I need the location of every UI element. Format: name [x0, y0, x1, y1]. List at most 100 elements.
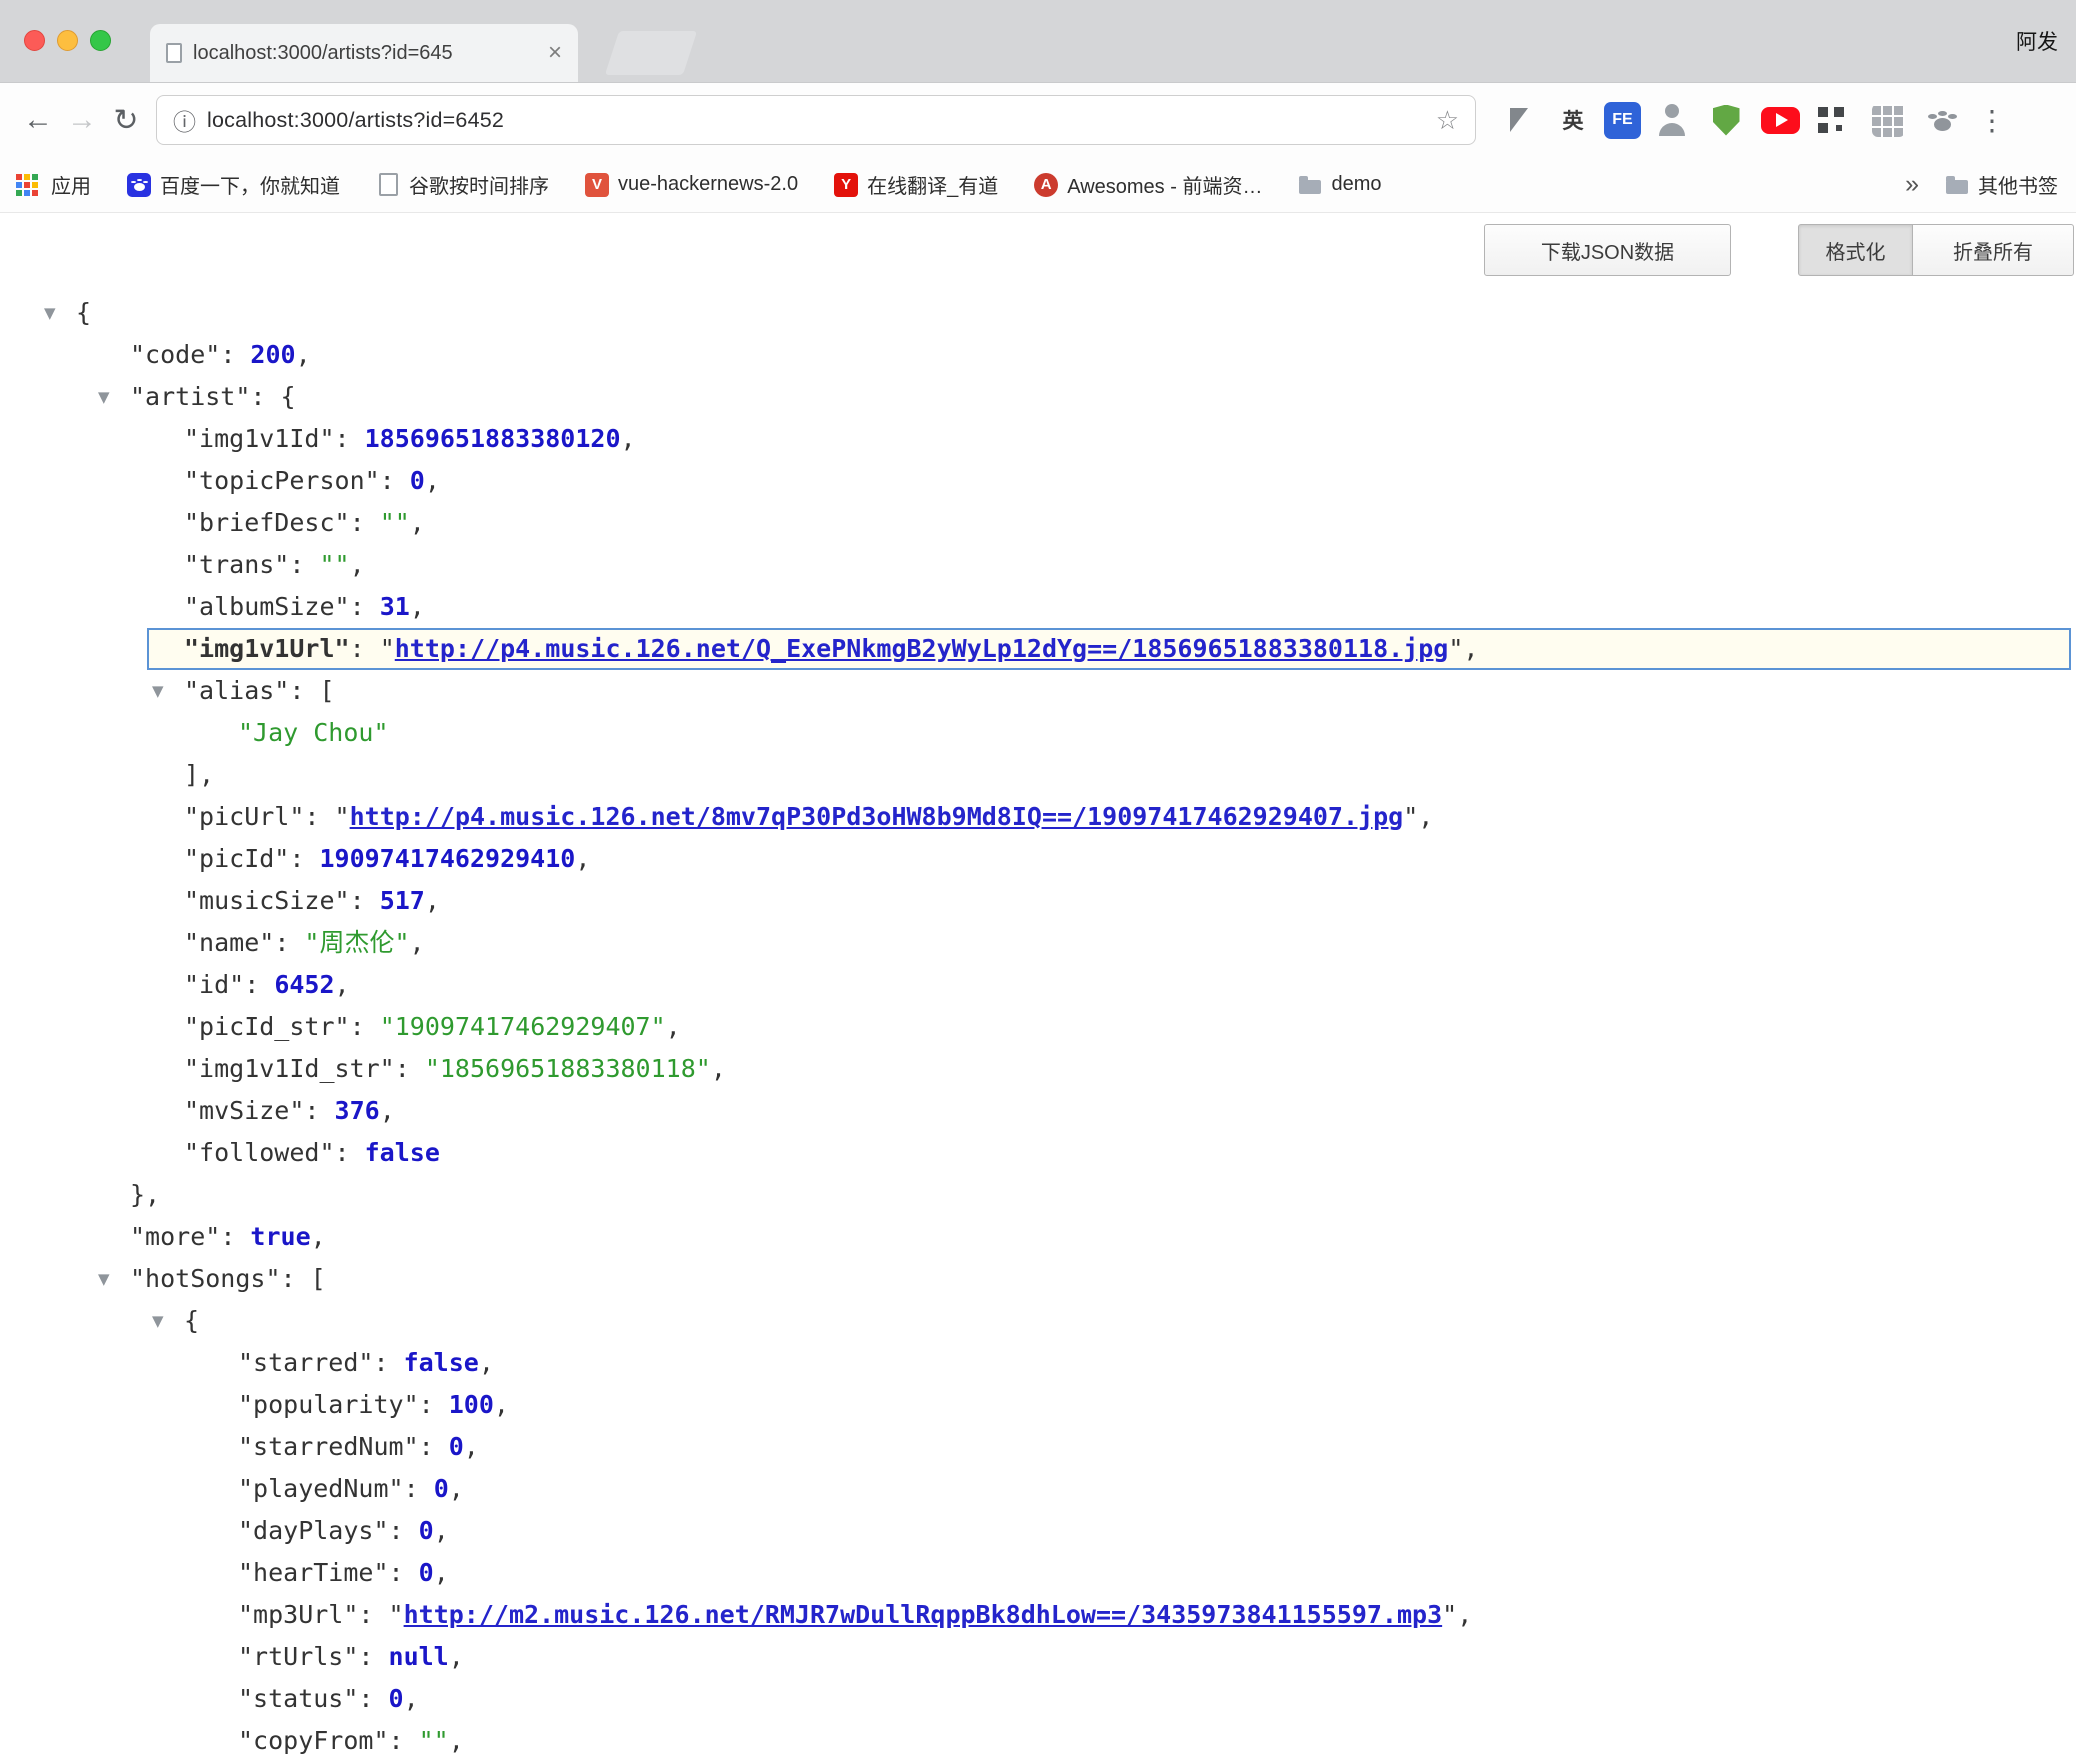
json-url-link[interactable]: http://p4.music.126.net/8mv7qP30Pd3oHW8b…: [350, 802, 1404, 831]
apps-grid-icon: [18, 173, 42, 197]
page-content: 下载JSON数据 格式化 折叠所有 ▼{"code": 200,▼"artist…: [0, 213, 2076, 1753]
json-url-link[interactable]: http://p4.music.126.net/Q_ExePNkmgB2yWyL…: [395, 634, 1449, 663]
bookmarks-list: 应用 百度一下，你就知道 谷歌按时间排序 Vvue-hackernews-2.0 Y 在线…: [18, 170, 1381, 199]
tab-strip: localhost:3000/artists?id=645 × 阿发: [0, 0, 2076, 83]
bookmark-label: 应用: [51, 170, 91, 199]
fe-icon[interactable]: FE: [1604, 102, 1641, 139]
json-line: "Jay Chou": [0, 712, 2076, 754]
bookmark-item[interactable]: AAwesomes - 前端资…: [1034, 170, 1262, 199]
json-line: "img1v1Id_str": "18569651883380118",: [0, 1048, 2076, 1090]
back-icon[interactable]: ←: [16, 103, 60, 137]
page-favicon-icon: [166, 43, 182, 63]
json-line: "topicPerson": 0,: [0, 460, 2076, 502]
bookmark-label: Awesomes - 前端资…: [1067, 170, 1262, 199]
json-line: "playedNum": 0,: [0, 1468, 2076, 1510]
download-json-button[interactable]: 下载JSON数据: [1484, 224, 1731, 276]
json-line: "picUrl": "http://p4.music.126.net/8mv7q…: [0, 796, 2076, 838]
json-tree: ▼{"code": 200,▼"artist": {"img1v1Id": 18…: [0, 292, 2076, 1754]
minimize-window-button[interactable]: [57, 30, 78, 51]
collapse-arrow-icon[interactable]: ▼: [152, 1300, 164, 1342]
format-button[interactable]: 格式化: [1798, 224, 1913, 276]
player-icon[interactable]: [1865, 97, 1911, 143]
paw-icon[interactable]: [1919, 97, 1965, 143]
json-line: ▼{: [0, 292, 2076, 334]
page-icon: [376, 173, 400, 197]
json-line: "status": 0,: [0, 1678, 2076, 1720]
json-line: "picId": 19097417462929410,: [0, 838, 2076, 880]
json-line: ▼{: [0, 1300, 2076, 1342]
json-line: "img1v1Id": 18569651883380120,: [0, 418, 2076, 460]
youdao-icon: Y: [834, 173, 858, 197]
extensions-area: 英FE: [1496, 97, 1965, 143]
json-line: "starredNum": 0,: [0, 1426, 2076, 1468]
browser-menu-icon[interactable]: ⋮: [1977, 104, 2007, 137]
v-flag-icon[interactable]: [1496, 97, 1542, 143]
bookmark-item[interactable]: 谷歌按时间排序: [376, 170, 549, 199]
page-info-icon[interactable]: ⓘ: [173, 103, 196, 137]
collapse-all-button[interactable]: 折叠所有: [1912, 224, 2074, 276]
json-line: ▼"artist": {: [0, 376, 2076, 418]
json-line: "picId_str": "19097417462929407",: [0, 1006, 2076, 1048]
bookmarks-overflow: » 其他书签: [1905, 170, 2058, 199]
collapse-arrow-icon[interactable]: ▼: [44, 292, 56, 334]
bookmark-item[interactable]: Y 在线翻译_有道: [834, 170, 998, 199]
reload-icon[interactable]: ↻: [104, 103, 148, 138]
bookmark-label: demo: [1331, 173, 1381, 196]
bookmark-star-icon[interactable]: ☆: [1436, 105, 1459, 136]
view-mode-toggle: 格式化 折叠所有: [1798, 224, 2074, 276]
json-line: "briefDesc": "",: [0, 502, 2076, 544]
folder-icon: [1298, 173, 1322, 197]
json-line: "hearTime": 0,: [0, 1552, 2076, 1594]
bookmark-item[interactable]: Vvue-hackernews-2.0: [585, 173, 798, 197]
folder-icon: [1945, 173, 1969, 197]
json-url-link[interactable]: http://m2.music.126.net/RMJR7wDullRqppBk…: [404, 1600, 1443, 1629]
overflow-chevron-icon[interactable]: »: [1905, 170, 1919, 199]
browser-toolbar: ← → ↻ ⓘ localhost:3000/artists?id=6452 ☆…: [0, 83, 2076, 157]
collapse-arrow-icon[interactable]: ▼: [152, 670, 164, 712]
bookmark-label: vue-hackernews-2.0: [618, 173, 798, 196]
json-line: "more": true,: [0, 1216, 2076, 1258]
translate-icon[interactable]: 英: [1550, 97, 1596, 143]
close-window-button[interactable]: [24, 30, 45, 51]
vue-icon: V: [585, 173, 609, 197]
browser-window: localhost:3000/artists?id=645 × 阿发 ← → ↻…: [0, 0, 2076, 1753]
json-line: "trans": "",: [0, 544, 2076, 586]
json-line: "mvSize": 376,: [0, 1090, 2076, 1132]
baidu-paw-icon: [127, 173, 151, 197]
other-bookmarks[interactable]: 其他书签: [1945, 170, 2058, 199]
address-bar[interactable]: ⓘ localhost:3000/artists?id=6452 ☆: [156, 95, 1476, 145]
person-icon[interactable]: [1649, 97, 1695, 143]
bookmark-label: 百度一下，你就知道: [160, 170, 340, 199]
bookmark-label: 谷歌按时间排序: [409, 170, 549, 199]
json-line: ],: [0, 754, 2076, 796]
json-line: "starred": false,: [0, 1342, 2076, 1384]
url-text[interactable]: localhost:3000/artists?id=6452: [207, 108, 504, 133]
tab-close-icon[interactable]: ×: [548, 41, 562, 65]
json-line: ▼"hotSongs": [: [0, 1258, 2076, 1300]
collapse-arrow-icon[interactable]: ▼: [98, 1258, 110, 1300]
bookmarks-bar: 应用 百度一下，你就知道 谷歌按时间排序 Vvue-hackernews-2.0 Y 在线…: [0, 157, 2076, 213]
shield-icon[interactable]: [1703, 97, 1749, 143]
json-line: "code": 200,: [0, 334, 2076, 376]
json-line: "id": 6452,: [0, 964, 2076, 1006]
json-line: "albumSize": 31,: [0, 586, 2076, 628]
new-tab-button[interactable]: [605, 31, 697, 75]
json-line-highlighted: "img1v1Url": "http://p4.music.126.net/Q_…: [147, 628, 2071, 670]
tab-title: localhost:3000/artists?id=645: [193, 42, 537, 65]
browser-tab[interactable]: localhost:3000/artists?id=645 ×: [150, 24, 578, 82]
json-line: "popularity": 100,: [0, 1384, 2076, 1426]
bookmark-label: 在线翻译_有道: [867, 170, 998, 199]
json-line: "musicSize": 517,: [0, 880, 2076, 922]
bookmark-item[interactable]: demo: [1298, 173, 1381, 197]
collapse-arrow-icon[interactable]: ▼: [98, 376, 110, 418]
bookmark-item[interactable]: 百度一下，你就知道: [127, 170, 340, 199]
qr-code-icon[interactable]: [1811, 97, 1857, 143]
json-line: },: [0, 1174, 2076, 1216]
forward-icon: →: [60, 103, 104, 137]
json-line: ▼"alias": [: [0, 670, 2076, 712]
profile-name[interactable]: 阿发: [2016, 26, 2058, 56]
bookmark-item[interactable]: 应用: [18, 170, 91, 199]
json-line: "copyFrom": "",: [0, 1720, 2076, 1754]
zoom-window-button[interactable]: [90, 30, 111, 51]
youtube-icon[interactable]: [1757, 97, 1803, 143]
